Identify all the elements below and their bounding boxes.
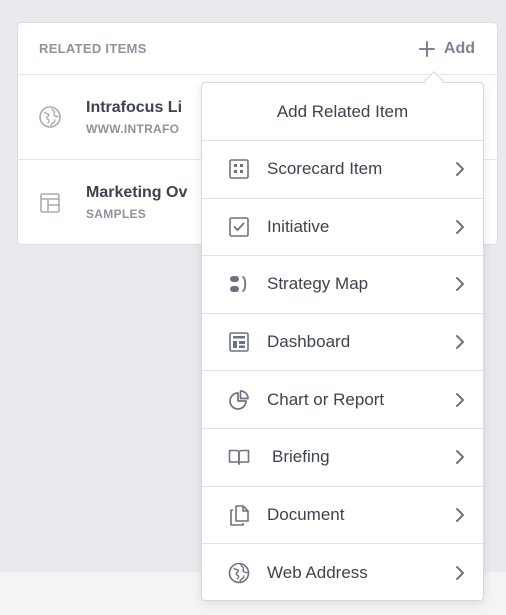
add-related-button[interactable]: Add <box>418 39 475 58</box>
book-icon <box>228 449 250 466</box>
pie-chart-icon <box>229 389 249 410</box>
menu-item-label: Document <box>267 504 345 524</box>
related-items-title: RELATED ITEMS <box>39 41 147 56</box>
globe-icon <box>228 562 250 584</box>
menu-item-label: Web Address <box>267 562 368 582</box>
menu-item-document[interactable]: Document <box>202 487 483 545</box>
menu-item-scorecard-item[interactable]: Scorecard Item <box>202 141 483 199</box>
menu-item-briefing[interactable]: Briefing <box>202 429 483 487</box>
menu-item-label: Dashboard <box>267 332 351 352</box>
menu-item-dashboard[interactable]: Dashboard <box>202 314 483 372</box>
related-item-subtitle: WWW.INTRAFO <box>86 121 180 136</box>
menu-item-web-address[interactable]: Web Address <box>202 544 483 602</box>
chevron-right-icon <box>456 162 464 177</box>
scorecard-icon <box>229 159 249 180</box>
menu-title: Add Related Item <box>202 83 483 141</box>
menu-item-label: Scorecard Item <box>267 159 383 179</box>
dashboard-icon <box>40 192 60 213</box>
checkbox-icon <box>229 217 249 237</box>
chevron-right-icon <box>456 219 464 234</box>
strategy-map-icon <box>230 276 247 293</box>
menu-item-label: Initiative <box>267 216 330 236</box>
chevron-right-icon <box>456 277 464 292</box>
dashboard-icon <box>229 332 249 352</box>
related-item-title[interactable]: Intrafocus Li <box>86 99 182 117</box>
menu-item-chart-or-report[interactable]: Chart or Report <box>202 371 483 429</box>
chevron-right-icon <box>456 392 464 407</box>
menu-item-label: Strategy Map <box>267 274 369 294</box>
related-items-header: RELATED ITEMS Add <box>18 23 497 75</box>
chevron-right-icon <box>456 335 464 350</box>
globe-icon <box>39 106 61 128</box>
document-icon <box>230 505 249 526</box>
menu-item-label: Chart or Report <box>267 389 385 409</box>
add-related-item-menu: Add Related Item Scorecard Item Initiati… <box>201 82 484 601</box>
chevron-right-icon <box>456 507 464 522</box>
related-item-title[interactable]: Marketing Ov <box>86 184 187 202</box>
menu-item-initiative[interactable]: Initiative <box>202 199 483 257</box>
related-item-subtitle: SAMPLES <box>86 207 147 221</box>
menu-item-label: Briefing <box>272 447 330 467</box>
chevron-right-icon <box>456 450 464 465</box>
chevron-right-icon <box>456 565 464 580</box>
menu-item-strategy-map[interactable]: Strategy Map <box>202 256 483 314</box>
plus-icon <box>418 40 435 57</box>
add-label: Add <box>443 39 475 57</box>
